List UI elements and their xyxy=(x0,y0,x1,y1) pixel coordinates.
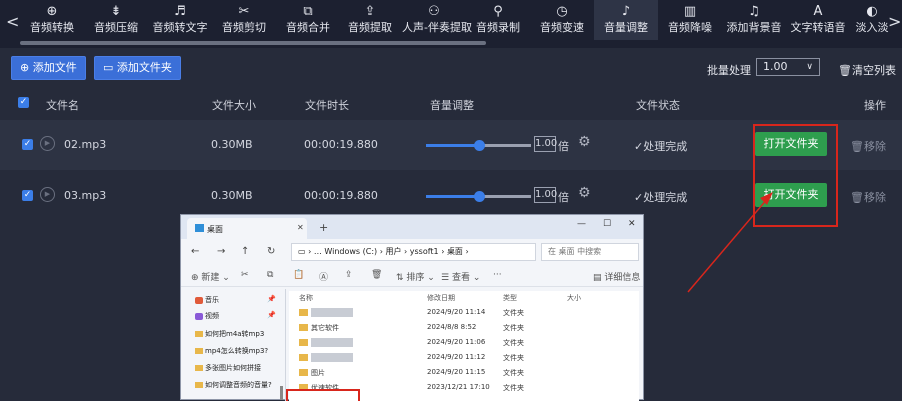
details-button[interactable]: ▤ 详细信息 xyxy=(593,270,640,283)
delete-icon[interactable]: 🗑 xyxy=(371,270,382,280)
sidebar-item-label: 如何调整音频的音量? xyxy=(205,381,272,389)
file-item-name: 图片 xyxy=(311,369,325,377)
view-button[interactable]: ☰ 查看 ⌄ xyxy=(441,270,480,283)
folder-icon xyxy=(299,369,308,376)
blurred-name xyxy=(311,308,353,317)
explorer-sidebar: 音乐 📌 视频 📌 如何把m4a转mp3 mp4怎么转换mp3? 多张图片如何拼接如何调整音… xyxy=(195,291,287,401)
address-segment[interactable]: yssoft1 xyxy=(410,247,439,256)
folder-icon xyxy=(299,354,308,361)
refresh-icon[interactable]: ↻ xyxy=(267,246,275,257)
explorer-titlebar: 桌面 ✕ + — ☐ ✕ xyxy=(181,215,643,239)
file-item-type: 文件夹 xyxy=(503,324,524,332)
sidebar-item[interactable]: 音乐 📌 xyxy=(195,295,276,305)
folder-icon xyxy=(299,339,308,346)
sort-button[interactable]: ⇅ 排序 ⌄ xyxy=(396,270,435,283)
address-segment[interactable]: 桌面 xyxy=(447,247,463,256)
address-segment[interactable]: Windows (C:) xyxy=(324,247,377,256)
column-name[interactable]: 名称 xyxy=(299,293,313,303)
sidebar-scrollbar[interactable] xyxy=(280,386,283,400)
pin-icon: 📌 xyxy=(267,311,276,319)
search-input[interactable]: 在 桌面 中搜索 xyxy=(541,243,639,261)
file-item-modified: 2024/9/20 11:14 xyxy=(427,308,486,316)
sidebar-divider xyxy=(285,289,286,401)
file-item-type: 文件夹 xyxy=(503,339,524,347)
maximize-icon[interactable]: ☐ xyxy=(603,219,611,229)
tab-title: 桌面 xyxy=(207,225,223,234)
list-item[interactable]: 2024/9/20 11:14 文件夹 xyxy=(289,305,639,320)
address-overflow: … xyxy=(313,247,322,256)
copy-icon[interactable]: ⧉ xyxy=(267,270,273,280)
highlight-box xyxy=(286,389,360,401)
file-item-modified: 2023/12/21 17:10 xyxy=(427,383,490,391)
file-item-type: 文件夹 xyxy=(503,384,524,392)
file-item-type: 文件夹 xyxy=(503,309,524,317)
list-item[interactable]: 2024/9/20 11:06 文件夹 xyxy=(289,335,639,350)
folder-icon xyxy=(299,309,308,316)
command-bar: ⊕ 新建 ⌄ ✂ ⧉ 📋 Ⓐ ⇪ 🗑 ⇅ 排序 ⌄ ☰ 查看 ⌄ ··· ▤ 详… xyxy=(181,265,643,287)
cut-icon[interactable]: ✂ xyxy=(241,270,249,280)
more-button[interactable]: ··· xyxy=(493,270,502,280)
sidebar-item[interactable]: mp4怎么转换mp3? xyxy=(195,346,268,356)
new-button[interactable]: ⊕ 新建 ⌄ xyxy=(191,270,230,283)
up-icon[interactable]: ↑ xyxy=(241,246,249,257)
sidebar-item[interactable]: 如何调整音频的音量? xyxy=(195,380,272,390)
search-placeholder: 在 桌面 中搜索 xyxy=(548,247,602,256)
share-icon[interactable]: ⇪ xyxy=(345,270,353,280)
explorer-navbar: ← → ↑ ↻ ▭ › … Windows (C:) › 用户 › yssoft… xyxy=(181,239,643,265)
paste-icon[interactable]: 📋 xyxy=(293,270,304,280)
sidebar-item-label: 如何把m4a转mp3 xyxy=(205,330,265,338)
back-icon[interactable]: ← xyxy=(191,246,199,257)
sidebar-item[interactable]: 多张图片如何拼接 xyxy=(195,363,261,373)
minimize-icon[interactable]: — xyxy=(577,219,586,229)
file-explorer-window: 桌面 ✕ + — ☐ ✕ ← → ↑ ↻ ▭ › … Windows (C:) … xyxy=(180,214,644,401)
folder-icon xyxy=(195,382,203,388)
address-bar[interactable]: ▭ › … Windows (C:) › 用户 › yssoft1 › 桌面 › xyxy=(291,243,536,261)
list-item[interactable]: 2024/9/20 11:12 文件夹 xyxy=(289,350,639,365)
list-item[interactable]: 其它软件 2024/8/8 8:52 文件夹 xyxy=(289,320,639,335)
close-icon[interactable]: ✕ xyxy=(628,219,636,229)
monitor-icon: ▭ › xyxy=(298,247,314,256)
list-item[interactable]: 图片 2024/9/20 11:15 文件夹 xyxy=(289,365,639,380)
close-tab-icon[interactable]: ✕ xyxy=(297,223,304,232)
plus-circle-icon: ⊕ xyxy=(191,273,202,283)
blurred-name xyxy=(311,338,353,347)
file-item-modified: 2024/9/20 11:15 xyxy=(427,368,486,376)
column-size[interactable]: 大小 xyxy=(567,293,581,303)
file-list: 名称 修改日期 类型 大小 2024/9/20 11:14 文件夹 其它软件 2024… xyxy=(289,291,639,401)
column-modified[interactable]: 修改日期 xyxy=(427,293,455,303)
video-icon xyxy=(195,312,203,320)
new-tab-icon[interactable]: + xyxy=(319,221,328,234)
sidebar-item-label: 多张图片如何拼接 xyxy=(205,364,261,372)
file-item-modified: 2024/8/8 8:52 xyxy=(427,323,477,331)
sidebar-item[interactable]: 如何把m4a转mp3 xyxy=(195,329,264,339)
rename-icon[interactable]: Ⓐ xyxy=(319,270,328,283)
folder-icon xyxy=(299,324,308,331)
file-item-type: 文件夹 xyxy=(503,369,524,377)
file-item-modified: 2024/9/20 11:12 xyxy=(427,353,486,361)
explorer-tab[interactable]: 桌面 ✕ xyxy=(187,218,307,239)
sidebar-item-label: 视频 xyxy=(205,312,219,320)
sidebar-item-label: 音乐 xyxy=(205,296,219,304)
file-item-name: 其它软件 xyxy=(311,324,339,332)
folder-icon xyxy=(195,331,203,337)
address-segment[interactable]: 用户 xyxy=(385,247,401,256)
music-icon xyxy=(195,296,203,304)
file-item-type: 文件夹 xyxy=(503,354,524,362)
folder-icon xyxy=(195,365,203,371)
desktop-icon xyxy=(195,224,204,232)
folder-icon xyxy=(195,348,203,354)
pin-icon: 📌 xyxy=(267,295,276,303)
forward-icon[interactable]: → xyxy=(217,246,225,257)
sidebar-item[interactable]: 视频 📌 xyxy=(195,311,276,321)
column-type[interactable]: 类型 xyxy=(503,293,517,303)
blurred-name xyxy=(311,353,353,362)
file-item-modified: 2024/9/20 11:06 xyxy=(427,338,486,346)
sidebar-item-label: mp4怎么转换mp3? xyxy=(205,347,269,355)
